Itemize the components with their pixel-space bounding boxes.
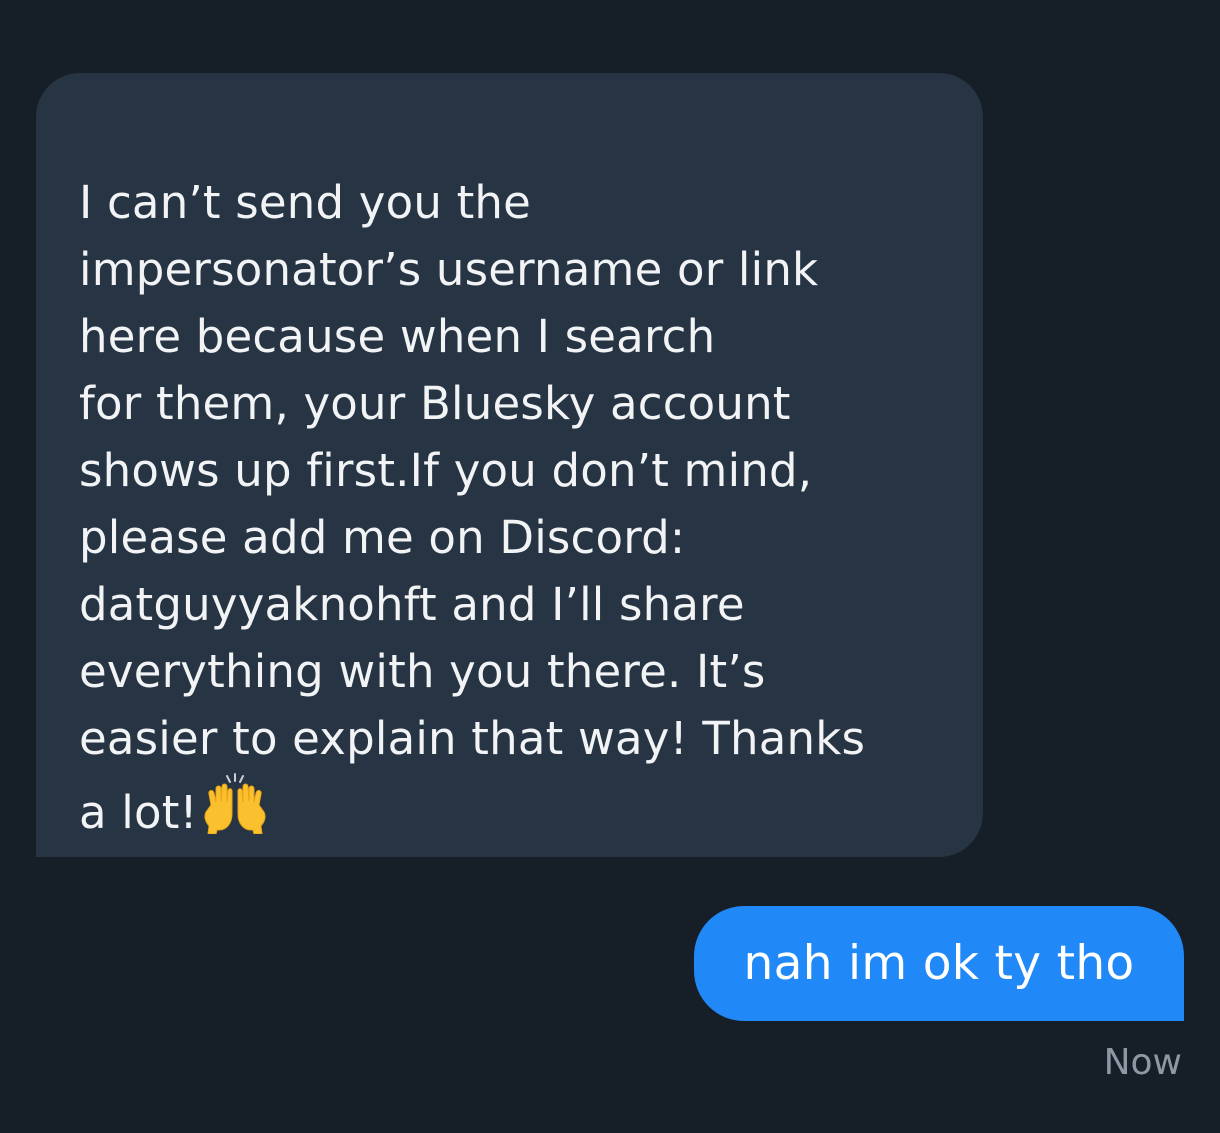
raising-hands-emoji-icon [204, 773, 266, 834]
outgoing-message-text: nah im ok ty tho [743, 936, 1135, 991]
message-line-last: a lot! [79, 772, 953, 846]
message-line: here because when I search [79, 310, 716, 363]
outgoing-message-bubble[interactable]: nah im ok ty tho [694, 906, 1184, 1021]
incoming-message-bubble[interactable]: I can’t send you the impersonator’s user… [36, 73, 983, 857]
message-line: for them, your Bluesky account [79, 377, 791, 430]
message-line: easier to explain that way! Thanks [79, 712, 866, 765]
message-line: datguyyaknohft and I’ll share [79, 578, 745, 631]
incoming-message-text: I can’t send you the impersonator’s user… [79, 169, 953, 846]
message-thread: I can’t send you the impersonator’s user… [0, 0, 1220, 1133]
message-line: everything with you there. It’s [79, 645, 766, 698]
message-line: shows up first.If you don’t mind, [79, 444, 813, 497]
message-line: please add me on Discord: [79, 511, 686, 564]
message-line-text: a lot! [79, 786, 198, 839]
message-line: I can’t send you the [79, 176, 532, 229]
message-line: impersonator’s username or link [79, 243, 819, 296]
message-timestamp: Now [1103, 1042, 1182, 1083]
